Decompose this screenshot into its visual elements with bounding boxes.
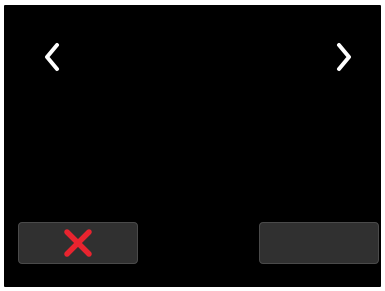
- previous-button[interactable]: [34, 35, 70, 79]
- chevron-right-icon: [337, 43, 351, 71]
- chevron-left-icon: [45, 43, 59, 71]
- confirm-button[interactable]: [259, 222, 379, 264]
- close-icon: [64, 229, 92, 257]
- next-button[interactable]: [326, 35, 362, 79]
- device-screen: [4, 5, 381, 287]
- cancel-button[interactable]: [18, 222, 138, 264]
